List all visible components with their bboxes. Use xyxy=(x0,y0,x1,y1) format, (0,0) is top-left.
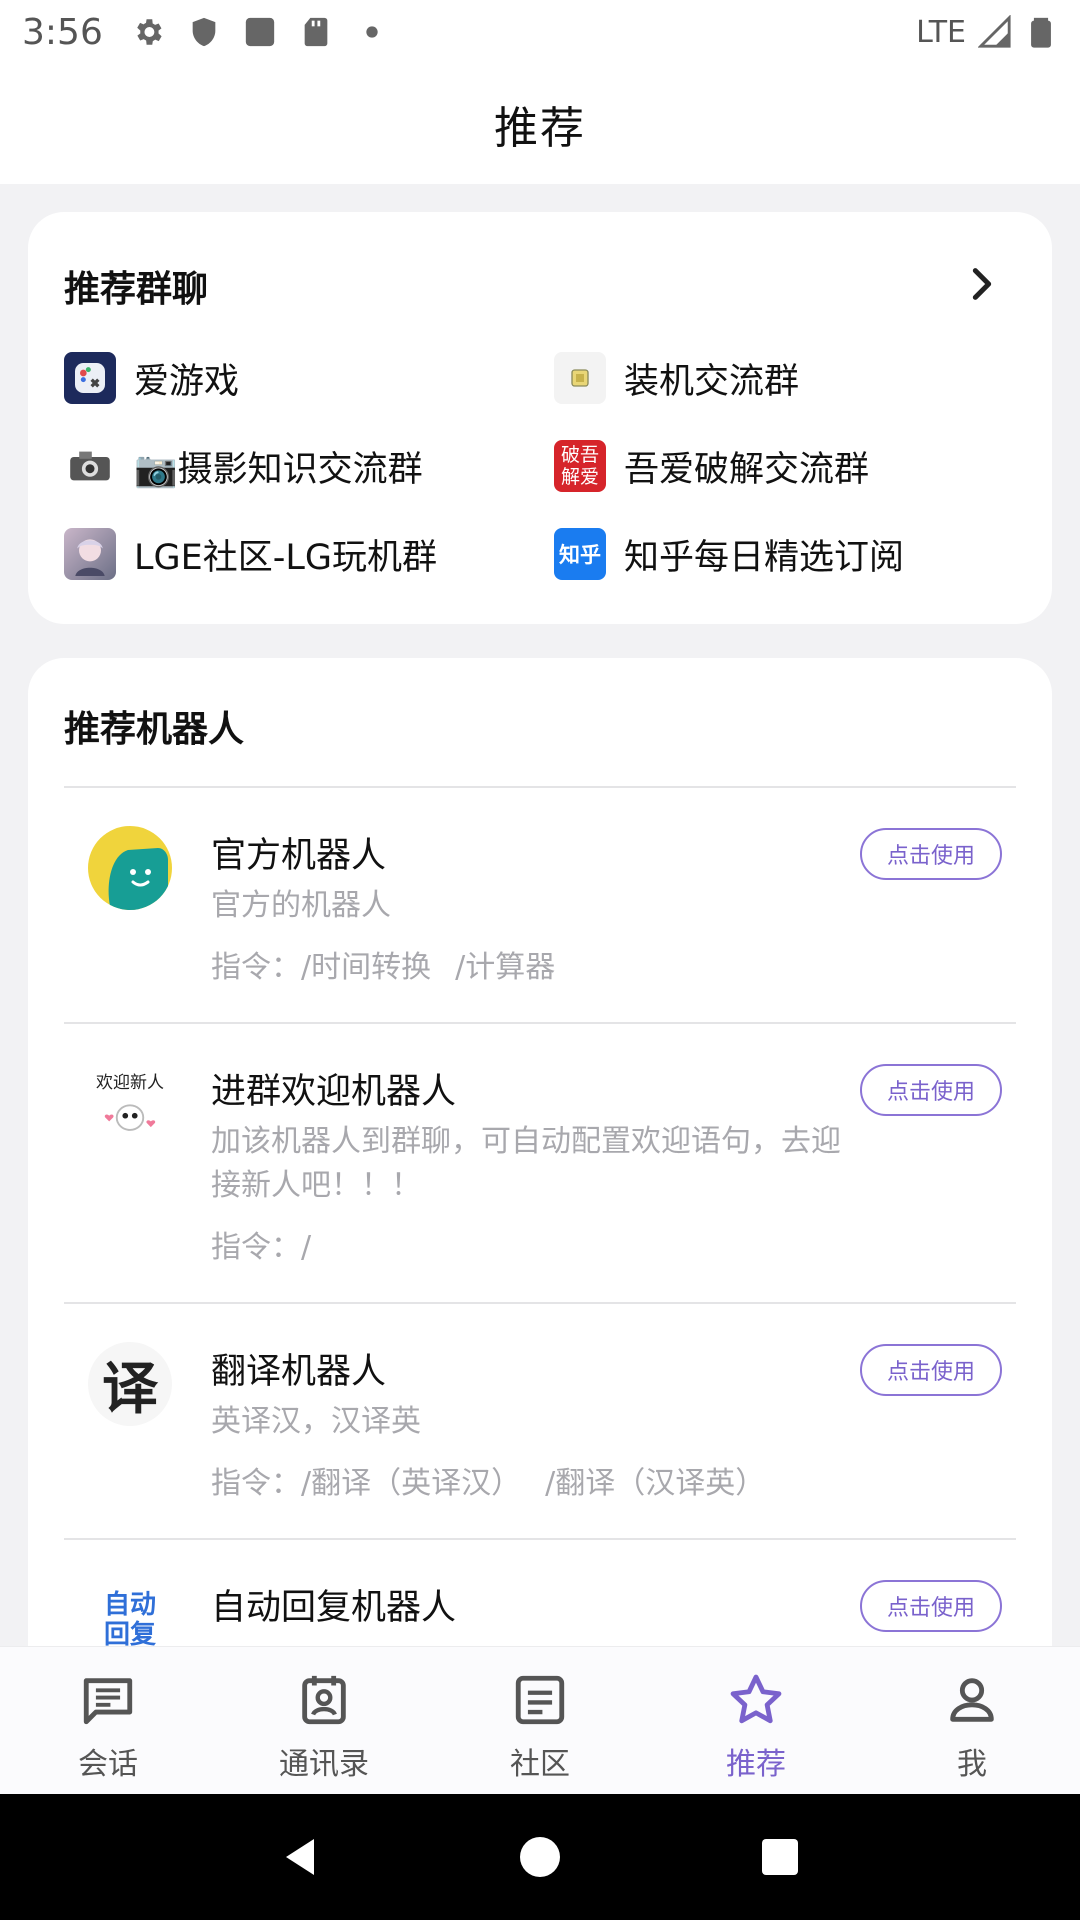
bot-commands: 指令：/ xyxy=(211,1226,846,1302)
commands-label: 指令： xyxy=(211,1230,301,1265)
group-item[interactable]: 📷摄影知识交流群 xyxy=(64,440,554,492)
network-type: LTE xyxy=(916,14,966,50)
nav-tab-me[interactable]: 我 xyxy=(864,1647,1080,1794)
bot-description: 英译汉，汉译英 xyxy=(211,1404,421,1439)
bot-command: /翻译（英译汉） xyxy=(301,1466,522,1501)
cpu-chip-avatar xyxy=(554,352,606,404)
use-bot-button[interactable]: 点击使用 xyxy=(860,1580,1002,1632)
system-nav-bar xyxy=(0,1794,1080,1920)
nav-label: 会话 xyxy=(78,1747,138,1782)
group-name: 爱游戏 xyxy=(134,361,240,402)
bot-name: 官方机器人 xyxy=(211,836,387,876)
cpu-chip-icon xyxy=(571,369,589,387)
anime-character-icon xyxy=(75,539,105,576)
bot-item[interactable]: 欢迎新人 进群欢迎机器人 加该机器人到群聊，可自动配置欢迎语句，去迎接新人吧！！… xyxy=(28,1024,1052,1302)
shield-icon xyxy=(192,17,216,47)
contacts-icon xyxy=(302,1675,346,1725)
translate-bot-avatar: 译 xyxy=(88,1342,172,1426)
commands-label: 指令： xyxy=(211,1466,301,1501)
nav-tab-contacts[interactable]: 通讯录 xyxy=(216,1647,432,1794)
bot-name: 进群欢迎机器人 xyxy=(211,1072,457,1112)
seal-avatar: 破吾解爱 xyxy=(554,440,606,492)
anime-avatar xyxy=(64,528,116,580)
recents-icon[interactable] xyxy=(756,1833,804,1881)
dot-icon xyxy=(366,26,378,38)
zhihu-avatar: 知乎 xyxy=(554,528,606,580)
nav-label: 推荐 xyxy=(726,1747,786,1782)
nav-label: 通讯录 xyxy=(279,1747,369,1782)
group-name: 吾爱破解交流群 xyxy=(624,449,870,490)
use-bot-button[interactable]: 点击使用 xyxy=(860,828,1002,880)
gamepad-icon xyxy=(75,363,105,393)
star-icon xyxy=(730,1674,782,1724)
sd-card-icon xyxy=(304,17,328,47)
bot-item[interactable]: 自动回复 自动回复机器人 点击使用 xyxy=(28,1540,1052,1662)
gear-icon xyxy=(137,19,162,45)
bot-name: 翻译机器人 xyxy=(211,1352,387,1392)
group-name: 装机交流群 xyxy=(624,361,800,402)
bot-command: /时间转换 xyxy=(301,950,432,985)
nav-tab-recommend[interactable]: 推荐 xyxy=(648,1647,864,1794)
nav-label: 我 xyxy=(957,1747,987,1782)
group-item[interactable]: 装机交流群 xyxy=(554,352,1024,404)
gamepad-avatar xyxy=(64,352,116,404)
camera-avatar xyxy=(64,440,116,492)
person-icon xyxy=(950,1678,994,1722)
nav-label: 社区 xyxy=(510,1747,570,1782)
group-name: 知乎每日精选订阅 xyxy=(624,537,905,578)
back-icon[interactable] xyxy=(276,1833,324,1881)
page-header: 推荐 xyxy=(0,64,1080,184)
bot-command: / xyxy=(301,1230,312,1265)
bot-item[interactable]: 译 翻译机器人 英译汉，汉译英 指令：/翻译（英译汉） /翻译（汉译英） 点击使用 xyxy=(28,1304,1052,1538)
chat-icon xyxy=(83,1678,133,1725)
bottom-nav: 会话 通讯录 社区 推荐 我 xyxy=(0,1646,1080,1794)
bot-name: 自动回复机器人 xyxy=(211,1588,457,1628)
bot-command: /翻译（汉译英） xyxy=(545,1466,766,1501)
status-time: 3:56 xyxy=(22,11,103,53)
bot-item[interactable]: 官方机器人 官方的机器人 指令：/时间转换/计算器 点击使用 xyxy=(28,788,1052,1022)
recommended-groups-card: 推荐群聊 爱游戏 装机交流群 📷摄影知识交流群 破吾解爱 吾爱破解交流群 LGE… xyxy=(28,212,1052,624)
group-name: LGE社区-LG玩机群 xyxy=(134,537,437,578)
use-bot-button[interactable]: 点击使用 xyxy=(860,1064,1002,1116)
group-item[interactable]: 知乎 知乎每日精选订阅 xyxy=(554,528,1024,580)
cute-ghost-icon xyxy=(104,1104,156,1131)
camera-icon xyxy=(70,451,110,481)
nav-tab-chat[interactable]: 会话 xyxy=(0,1647,216,1794)
bot-command: /计算器 xyxy=(455,950,556,985)
bot-description: 官方的机器人 xyxy=(211,888,391,923)
smile-bot-avatar xyxy=(88,826,172,910)
group-item[interactable]: 爱游戏 xyxy=(64,352,554,404)
group-name: 📷摄影知识交流群 xyxy=(134,449,423,490)
bot-description: 加该机器人到群聊，可自动配置欢迎语句，去迎接新人吧！！！ xyxy=(211,1124,841,1203)
use-bot-button[interactable]: 点击使用 xyxy=(860,1344,1002,1396)
bot-commands: 指令：/翻译（英译汉） /翻译（汉译英） xyxy=(211,1462,846,1538)
group-item[interactable]: LGE社区-LG玩机群 xyxy=(64,528,554,580)
chevron-right-icon[interactable] xyxy=(962,264,1002,304)
section-title-groups: 推荐群聊 xyxy=(64,269,209,310)
commands-label: 指令： xyxy=(211,950,301,985)
home-icon[interactable] xyxy=(516,1833,564,1881)
smile-face-icon xyxy=(108,848,168,910)
welcome-bot-avatar: 欢迎新人 xyxy=(88,1062,172,1146)
square-app-icon xyxy=(245,17,275,47)
battery-icon xyxy=(1031,17,1051,48)
welcome-bot-avatar-text: 欢迎新人 xyxy=(96,1073,164,1093)
signal-icon xyxy=(978,15,1011,48)
group-item[interactable]: 破吾解爱 吾爱破解交流群 xyxy=(554,440,1024,492)
page-title: 推荐 xyxy=(494,103,586,154)
bot-commands: 指令：/时间转换/计算器 xyxy=(211,946,846,1022)
nav-tab-community[interactable]: 社区 xyxy=(432,1647,648,1794)
community-icon xyxy=(515,1675,565,1725)
status-bar: 3:56 LTE xyxy=(0,0,1080,64)
section-title-bots: 推荐机器人 xyxy=(64,709,245,750)
